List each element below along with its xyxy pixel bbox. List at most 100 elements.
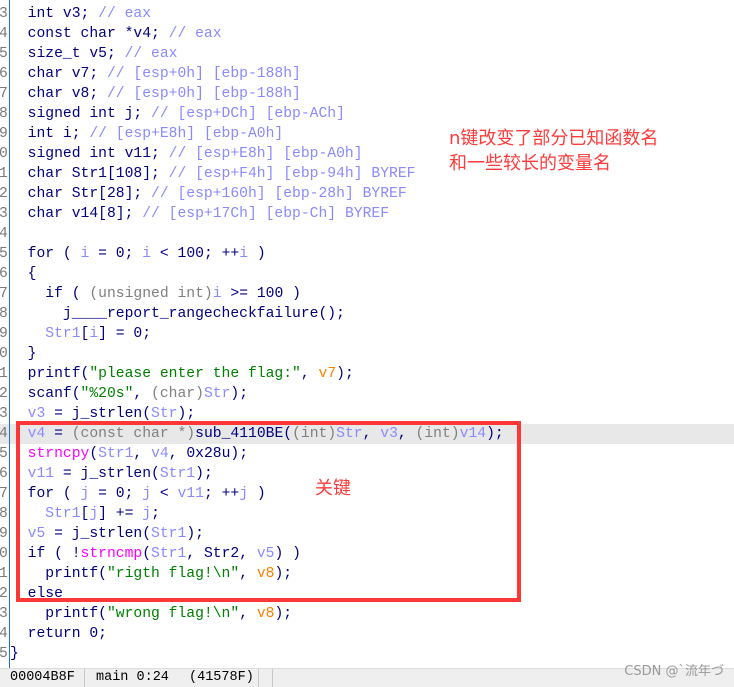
code-token[interactable]: { — [10, 0, 19, 2]
code-token[interactable]: char v7; — [10, 66, 107, 82]
code-token[interactable]: i — [213, 286, 222, 302]
code-token[interactable]: char Str1[108]; — [10, 166, 169, 182]
code-token[interactable]: sub_4110BE( — [195, 426, 292, 442]
code-token[interactable]: , — [363, 426, 381, 442]
code-token[interactable]: ) — [248, 486, 266, 502]
code-token[interactable]: // [esp+F4h] [ebp-94h] BYREF — [169, 166, 416, 182]
code-token[interactable]: // eax — [98, 6, 151, 22]
code-token[interactable]: int i; — [10, 126, 89, 142]
code-token[interactable]: ); — [195, 466, 213, 482]
code-token[interactable]: = 0; — [89, 486, 142, 502]
code-line[interactable]: 4 return 0; — [0, 624, 734, 644]
code-token[interactable]: j — [142, 506, 151, 522]
code-token[interactable]: strncpy — [10, 446, 90, 462]
code-token[interactable]: return 0; — [10, 626, 107, 642]
code-token[interactable]: ) — [248, 246, 266, 262]
code-token[interactable]: (int) — [416, 426, 460, 442]
code-token[interactable]: ; ++ — [204, 486, 239, 502]
code-token[interactable]: // [esp+E8h] [ebp-A0h] — [169, 146, 363, 162]
code-token[interactable]: // [esp+0h] [ebp-188h] — [107, 86, 301, 102]
code-token[interactable]: = j_strlen( — [45, 406, 151, 422]
code-token[interactable]: // [esp+0h] [ebp-188h] — [107, 66, 301, 82]
code-token[interactable]: Str — [204, 386, 230, 402]
code-token[interactable]: v11 — [10, 466, 54, 482]
code-token[interactable]: j — [142, 486, 151, 502]
code-line[interactable]: 3 printf("wrong flag!\n", v8); — [0, 604, 734, 624]
code-token[interactable]: , — [133, 386, 151, 402]
code-line[interactable]: 8 j____report_rangecheckfailure(); — [0, 304, 734, 324]
code-token[interactable]: printf( — [10, 566, 107, 582]
code-token[interactable]: < 100; ++ — [151, 246, 239, 262]
code-token[interactable]: j — [89, 506, 98, 522]
code-line[interactable]: 9 Str1[i] = 0; — [0, 324, 734, 344]
code-token[interactable]: signed int v11; — [10, 146, 169, 162]
code-token[interactable]: // [esp+E8h] [ebp-A0h] — [89, 126, 283, 142]
code-line[interactable]: 1 printf("please enter the flag:", v7); — [0, 364, 734, 384]
code-token[interactable]: Str — [336, 426, 362, 442]
code-line[interactable]: 8 Str1[j] += j; — [0, 504, 734, 524]
code-token[interactable]: , — [398, 426, 416, 442]
code-line[interactable]: 5 strncpy(Str1, v4, 0x28u); — [0, 444, 734, 464]
code-token[interactable]: = 0; — [89, 246, 142, 262]
code-token[interactable]: ); — [486, 426, 504, 442]
code-token[interactable]: v8 — [257, 566, 275, 582]
code-line[interactable]: 6 v11 = j_strlen(Str1); — [0, 464, 734, 484]
code-line[interactable]: 3 int v3; // eax — [0, 4, 734, 24]
code-token[interactable]: ( — [89, 446, 98, 462]
code-token[interactable]: , Str2, — [186, 546, 257, 562]
code-token[interactable]: if ( — [10, 286, 89, 302]
code-token[interactable]: = j_strlen( — [54, 466, 160, 482]
code-token[interactable]: "wrong flag!\n" — [107, 606, 239, 622]
code-token[interactable]: v3 — [10, 406, 46, 422]
code-token[interactable]: = — [45, 426, 71, 442]
code-token[interactable]: } — [10, 346, 37, 362]
code-token[interactable]: Str1 — [98, 446, 133, 462]
code-token[interactable]: v4 — [151, 446, 169, 462]
code-token[interactable]: , — [239, 566, 257, 582]
code-token[interactable]: // eax — [125, 46, 178, 62]
code-token[interactable]: ] = 0; — [98, 326, 151, 342]
code-token[interactable]: i — [239, 246, 248, 262]
code-token[interactable]: ( — [142, 546, 151, 562]
code-line[interactable]: 3 v3 = j_strlen(Str); — [0, 404, 734, 424]
code-line[interactable]: 2 else — [0, 584, 734, 604]
code-line[interactable]: 4 — [0, 224, 734, 244]
code-token[interactable]: ); — [336, 366, 354, 382]
code-token[interactable]: "please enter the flag:" — [89, 366, 301, 382]
code-token[interactable]: v14 — [460, 426, 486, 442]
code-token[interactable]: j____report_rangecheckfailure(); — [10, 306, 345, 322]
code-token[interactable]: if ( ! — [10, 546, 81, 562]
code-token[interactable]: v5 — [257, 546, 275, 562]
code-token[interactable]: i — [89, 326, 98, 342]
code-line[interactable]: 2 char Str[28]; // [esp+160h] [ebp-28h] … — [0, 184, 734, 204]
code-token[interactable]: // eax — [169, 26, 222, 42]
code-token[interactable]: (const char *) — [72, 426, 195, 442]
code-token[interactable]: for ( — [10, 486, 81, 502]
code-token[interactable]: // [esp+17Ch] [ebp-Ch] BYREF — [142, 206, 389, 222]
code-token[interactable]: v8 — [257, 606, 275, 622]
code-token[interactable]: int v3; — [10, 6, 98, 22]
code-line[interactable]: 6 { — [0, 264, 734, 284]
pseudocode-view[interactable]: 2{3 int v3; // eax4 const char *v4; // e… — [0, 0, 734, 664]
code-token[interactable]: char v8; — [10, 86, 107, 102]
code-token[interactable]: v11 — [178, 486, 204, 502]
code-token[interactable]: Str1 — [151, 526, 186, 542]
code-line[interactable]: 5 for ( i = 0; i < 100; ++i ) — [0, 244, 734, 264]
code-token[interactable]: >= 100 ) — [222, 286, 301, 302]
code-token[interactable]: (unsigned int) — [89, 286, 212, 302]
code-token[interactable]: char v14[8]; — [10, 206, 142, 222]
code-token[interactable]: ) ) — [274, 546, 300, 562]
code-token[interactable]: = j_strlen( — [45, 526, 151, 542]
code-line[interactable]: 2 scanf("%20s", (char)Str); — [0, 384, 734, 404]
code-token[interactable]: ); — [178, 406, 196, 422]
code-token[interactable]: v4 — [10, 426, 46, 442]
code-line[interactable]: 8 signed int j; // [esp+DCh] [ebp-ACh] — [0, 104, 734, 124]
code-token[interactable]: Str1 — [10, 326, 80, 342]
code-token[interactable]: Str1 — [160, 466, 195, 482]
code-line[interactable]: 4 v4 = (const char *)sub_4110BE((int)Str… — [0, 424, 734, 444]
code-token[interactable]: const char *v4; — [10, 26, 169, 42]
code-token[interactable]: "rigth flag!\n" — [107, 566, 239, 582]
code-token[interactable]: "%20s" — [81, 386, 134, 402]
code-token[interactable]: , — [301, 366, 319, 382]
code-token[interactable]: ; — [151, 506, 160, 522]
